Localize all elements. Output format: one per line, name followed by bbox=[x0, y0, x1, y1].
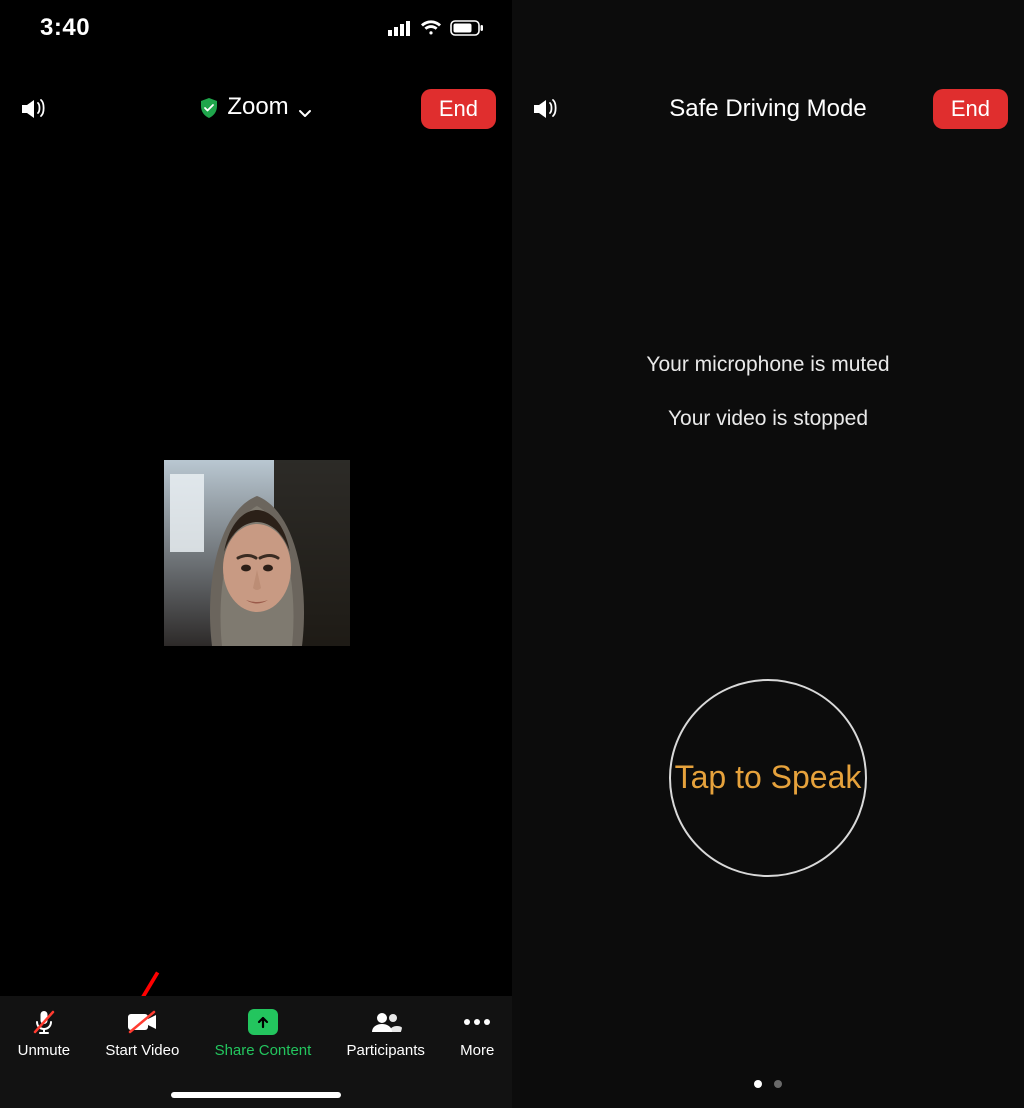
end-button[interactable]: End bbox=[933, 89, 1008, 129]
status-bar: 3:40 bbox=[0, 10, 512, 46]
toolbar-label: Participants bbox=[347, 1042, 425, 1059]
meeting-title: Zoom bbox=[227, 93, 288, 121]
microphone-muted-icon bbox=[28, 1008, 60, 1036]
cellular-icon bbox=[388, 20, 412, 36]
wifi-icon bbox=[420, 20, 442, 36]
meeting-header: Zoom End bbox=[0, 88, 512, 130]
more-icon bbox=[461, 1008, 493, 1036]
tap-to-speak-button[interactable]: Tap to Speak bbox=[669, 679, 867, 877]
home-indicator[interactable] bbox=[171, 1092, 341, 1098]
unmute-button[interactable]: Unmute bbox=[18, 1008, 71, 1059]
driving-header: Safe Driving Mode End bbox=[512, 88, 1024, 130]
toolbar-label: Unmute bbox=[18, 1042, 71, 1059]
toolbar-label: More bbox=[460, 1042, 494, 1059]
start-video-button[interactable]: Start Video bbox=[105, 1008, 179, 1059]
page-indicator[interactable] bbox=[754, 1080, 782, 1088]
participant-avatar bbox=[164, 460, 350, 646]
battery-icon bbox=[450, 20, 484, 36]
video-area[interactable] bbox=[0, 138, 512, 998]
participants-button[interactable]: Participants bbox=[347, 1008, 425, 1059]
toolbar-label: Start Video bbox=[105, 1042, 179, 1059]
page-dot bbox=[774, 1080, 782, 1088]
tap-to-speak-label: Tap to Speak bbox=[675, 756, 862, 799]
video-off-icon bbox=[126, 1008, 158, 1036]
participants-icon bbox=[370, 1008, 402, 1036]
video-status-text: Your video is stopped bbox=[512, 404, 1024, 434]
mic-status-text: Your microphone is muted bbox=[512, 350, 1024, 380]
share-content-button[interactable]: Share Content bbox=[215, 1008, 312, 1059]
end-button[interactable]: End bbox=[421, 89, 496, 129]
safe-driving-screen: Safe Driving Mode End Your microphone is… bbox=[512, 0, 1024, 1108]
status-icons bbox=[388, 20, 484, 36]
share-icon bbox=[247, 1008, 279, 1036]
page-dot-active bbox=[754, 1080, 762, 1088]
zoom-meeting-screen: 3:40 bbox=[0, 0, 512, 1108]
meeting-toolbar: Unmute Start Video Share bbox=[0, 996, 512, 1108]
status-time: 3:40 bbox=[40, 14, 90, 42]
shield-check-icon bbox=[200, 97, 218, 117]
toolbar-label: Share Content bbox=[215, 1042, 312, 1059]
more-button[interactable]: More bbox=[460, 1008, 494, 1059]
status-messages: Your microphone is muted Your video is s… bbox=[512, 350, 1024, 435]
chevron-down-icon bbox=[298, 100, 312, 114]
